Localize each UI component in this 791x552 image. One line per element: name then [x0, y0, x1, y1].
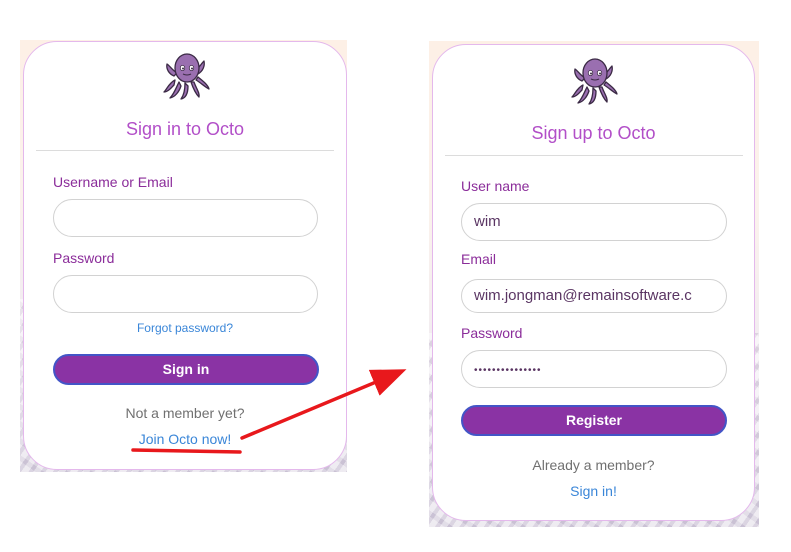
divider — [445, 155, 743, 156]
octopus-icon — [571, 58, 618, 105]
not-member-text: Not a member yet? — [125, 405, 245, 421]
signin-card: Sign in to Octo Username or Email Passwo… — [23, 41, 347, 470]
email-label: Email — [461, 251, 497, 267]
password-label: Password — [53, 250, 115, 266]
page-title: Sign in to Octo — [125, 119, 245, 139]
email-input[interactable]: wim.jongman@remainsoftware.c — [461, 279, 727, 313]
password-label: Password — [461, 325, 523, 341]
password-masked-value: ••••••••••••••• — [474, 365, 542, 376]
username-input[interactable]: wim — [461, 203, 727, 241]
divider — [36, 150, 334, 151]
username-label: User name — [461, 178, 530, 194]
username-label: Username or Email — [53, 174, 173, 190]
sign-in-button[interactable]: Sign in — [53, 354, 319, 385]
signup-card: Sign up to Octo User name wim Email wim.… — [432, 44, 755, 521]
password-input[interactable]: ••••••••••••••• — [461, 350, 727, 388]
already-member-text: Already a member? — [532, 457, 655, 473]
sign-in-link[interactable]: Sign in! — [433, 483, 754, 499]
username-input[interactable] — [53, 199, 318, 237]
password-input[interactable] — [53, 275, 318, 313]
octopus-icon — [163, 53, 210, 100]
join-octo-link[interactable]: Join Octo now! — [24, 431, 346, 447]
forgot-password-link[interactable]: Forgot password? — [24, 321, 346, 335]
register-button[interactable]: Register — [461, 405, 727, 436]
page-title: Sign up to Octo — [531, 123, 656, 143]
